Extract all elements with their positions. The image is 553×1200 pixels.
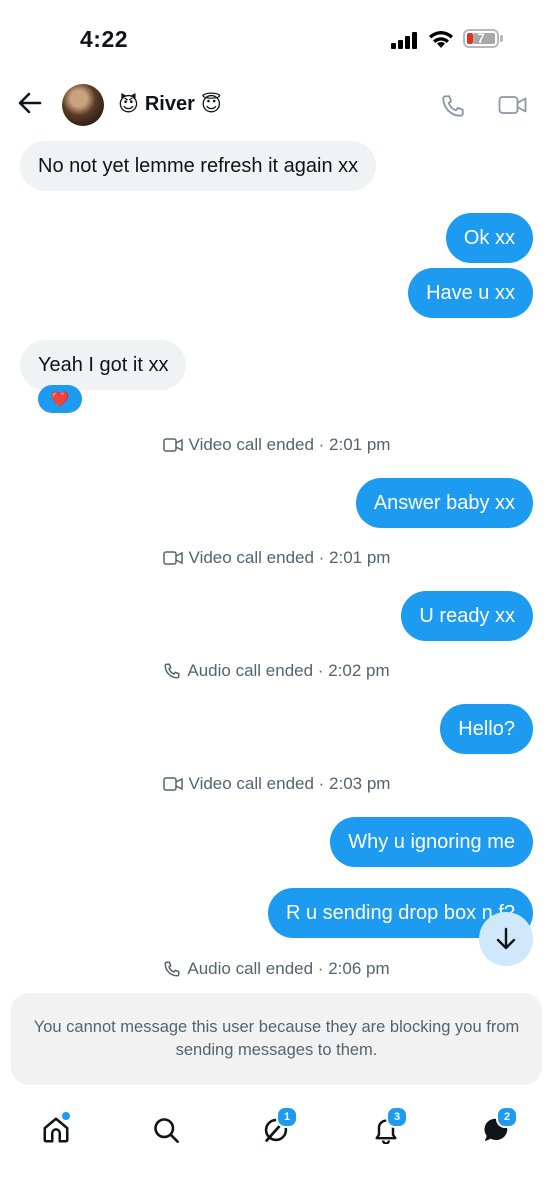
messages-badge: 2: [496, 1106, 518, 1128]
battery-level: 7: [477, 30, 485, 46]
call-ended-notice: Audio call ended · 2:02 pm: [0, 661, 553, 681]
call-ended-text: Video call ended · 2:01 pm: [188, 548, 391, 567]
phone-icon: [442, 95, 464, 117]
wifi-icon: [428, 30, 454, 54]
battery-icon: 7: [463, 29, 499, 48]
video-camera-icon: [498, 96, 527, 114]
home-unread-dot: [62, 1112, 70, 1120]
tab-notifications[interactable]: 3: [366, 1106, 408, 1150]
message-incoming[interactable]: No not yet lemme refresh it again xx: [20, 141, 377, 191]
grok-badge: 1: [276, 1106, 298, 1128]
message-outgoing[interactable]: Why u ignoring me: [330, 817, 533, 867]
message-outgoing[interactable]: Hello?: [440, 704, 533, 754]
call-ended-notice: Audio call ended · 2:06 pm: [0, 959, 553, 979]
angel-emoji: 😇: [200, 94, 222, 116]
video-camera-icon: [162, 551, 183, 565]
scroll-to-bottom-button[interactable]: [479, 912, 533, 966]
conversation-title[interactable]: 😈 River 😇: [118, 92, 222, 117]
tab-home[interactable]: [36, 1110, 76, 1150]
call-ended-text: Audio call ended · 2:06 pm: [187, 959, 390, 978]
call-ended-notice: Video call ended · 2:01 pm: [0, 435, 553, 455]
call-ended-text: Audio call ended · 2:02 pm: [187, 661, 390, 680]
audio-call-button[interactable]: [440, 93, 466, 124]
video-camera-icon: [162, 438, 183, 452]
call-ended-notice: Video call ended · 2:03 pm: [0, 774, 553, 794]
heart-reaction[interactable]: ❤️: [38, 385, 82, 413]
message-outgoing[interactable]: Answer baby xx: [355, 478, 533, 528]
back-button[interactable]: [18, 92, 42, 119]
message-incoming[interactable]: Yeah I got it xx: [20, 340, 187, 390]
avatar[interactable]: [62, 84, 104, 126]
bottom-tab-bar: 1 3 2: [0, 1100, 553, 1160]
tab-messages[interactable]: 2: [476, 1106, 518, 1150]
status-time: 4:22: [80, 26, 129, 52]
battery-cap: [500, 35, 503, 42]
contact-name: River: [144, 93, 195, 115]
tab-grok[interactable]: 1: [256, 1106, 298, 1150]
message-outgoing[interactable]: Ok xx: [445, 213, 533, 263]
video-call-button[interactable]: [498, 94, 528, 121]
tab-search[interactable]: [146, 1110, 186, 1150]
phone-icon: [164, 961, 180, 977]
call-ended-text: Video call ended · 2:01 pm: [188, 435, 391, 454]
message-outgoing[interactable]: U ready xx: [401, 591, 533, 641]
blocked-notice: You cannot message this user because the…: [11, 993, 542, 1085]
cellular-signal-icon: [391, 31, 419, 49]
call-ended-text: Video call ended · 2:03 pm: [188, 774, 391, 793]
arrow-down-icon: [496, 927, 516, 950]
arrow-left-icon: [18, 92, 42, 114]
notifications-badge: 3: [386, 1106, 408, 1128]
message-outgoing[interactable]: Have u xx: [408, 268, 533, 318]
call-ended-notice: Video call ended · 2:01 pm: [0, 548, 553, 568]
devil-emoji: 😈: [118, 94, 139, 116]
video-camera-icon: [162, 777, 183, 791]
phone-icon: [164, 663, 180, 679]
search-icon: [154, 1118, 179, 1143]
